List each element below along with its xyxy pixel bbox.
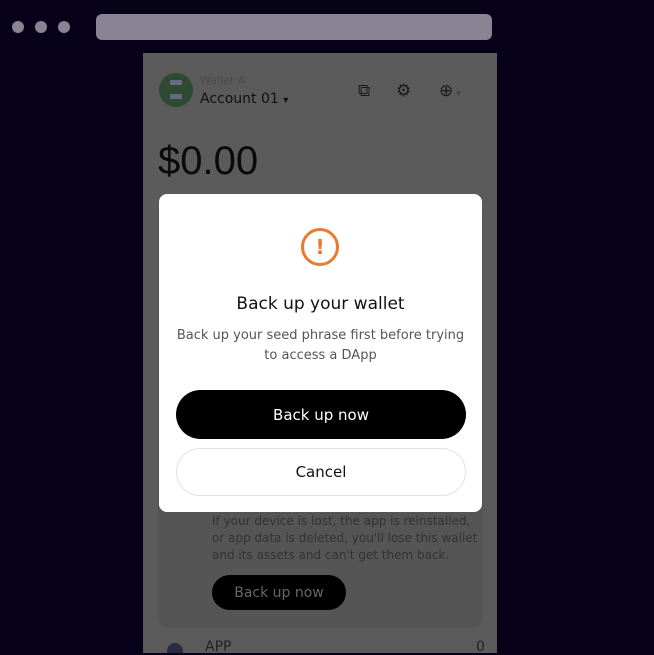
dialog-subtitle: Back up your seed phrase first before tr…	[176, 328, 465, 363]
list-label: APP	[205, 639, 232, 653]
gear-icon[interactable]: ⚙	[396, 81, 411, 101]
app-icon	[167, 643, 183, 653]
network-icon[interactable]: ⊕ ▾	[439, 81, 461, 104]
account-selector[interactable]: Account 01 ▾	[200, 91, 288, 107]
backup-dialog: ! Back up your wallet Back up your seed …	[159, 194, 482, 512]
chevron-down-icon: ▾	[283, 95, 289, 106]
cancel-button[interactable]: Cancel	[176, 448, 466, 496]
copy-icon[interactable]: ⧉	[358, 81, 370, 101]
back-up-now-button[interactable]: Back up now	[176, 390, 466, 439]
wallet-name: Wallet A	[200, 74, 246, 87]
window-dot	[12, 21, 24, 33]
warning-icon: !	[301, 228, 339, 266]
dialog-title: Back up your wallet	[236, 294, 405, 314]
account-name: Account 01	[200, 91, 279, 107]
window-dot	[58, 21, 70, 33]
list-value: 0	[476, 639, 485, 653]
avatar[interactable]	[159, 73, 193, 107]
address-bar[interactable]	[96, 14, 492, 40]
window-dot	[35, 21, 47, 33]
balance: $0.00	[158, 139, 259, 183]
backup-warning-text: If your device is lost, the app is reins…	[212, 514, 478, 562]
backup-now-button-bg[interactable]: Back up now	[212, 575, 346, 610]
